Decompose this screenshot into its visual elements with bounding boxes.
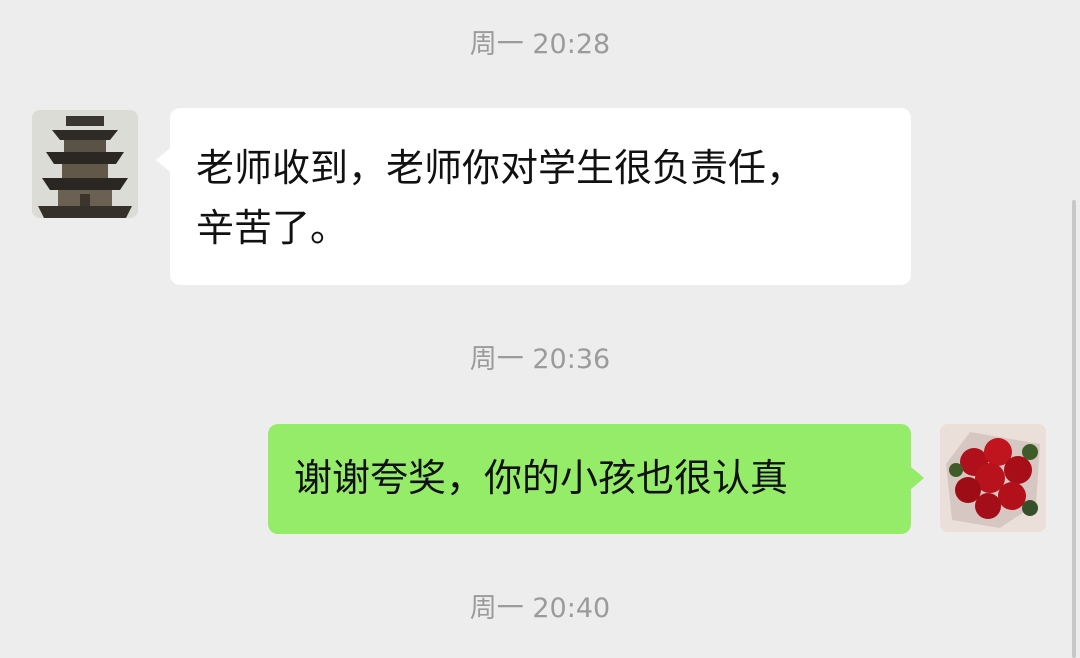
roses-avatar-icon <box>940 424 1046 532</box>
timestamp: 周一 20:36 <box>469 344 611 375</box>
self-avatar[interactable] <box>940 424 1046 532</box>
message-text-line: 辛苦了。 <box>196 206 349 250</box>
message-text-line: 老师收到，老师你对学生很负责任， <box>196 146 805 190</box>
timestamp: 周一 20:28 <box>469 29 611 60</box>
bubble-tail <box>910 466 924 490</box>
scrollbar[interactable] <box>1072 200 1076 658</box>
bubble-tail <box>156 148 170 172</box>
outgoing-message-bubble[interactable]: 谢谢夸奖，你的小孩也很认真 <box>268 424 911 534</box>
incoming-message-bubble[interactable]: 老师收到，老师你对学生很负责任， 辛苦了。 <box>170 108 911 285</box>
contact-avatar[interactable] <box>32 110 138 218</box>
pagoda-avatar-icon <box>32 110 138 218</box>
timestamp: 周一 20:40 <box>469 593 611 624</box>
message-text: 谢谢夸奖，你的小孩也很认真 <box>294 456 789 500</box>
